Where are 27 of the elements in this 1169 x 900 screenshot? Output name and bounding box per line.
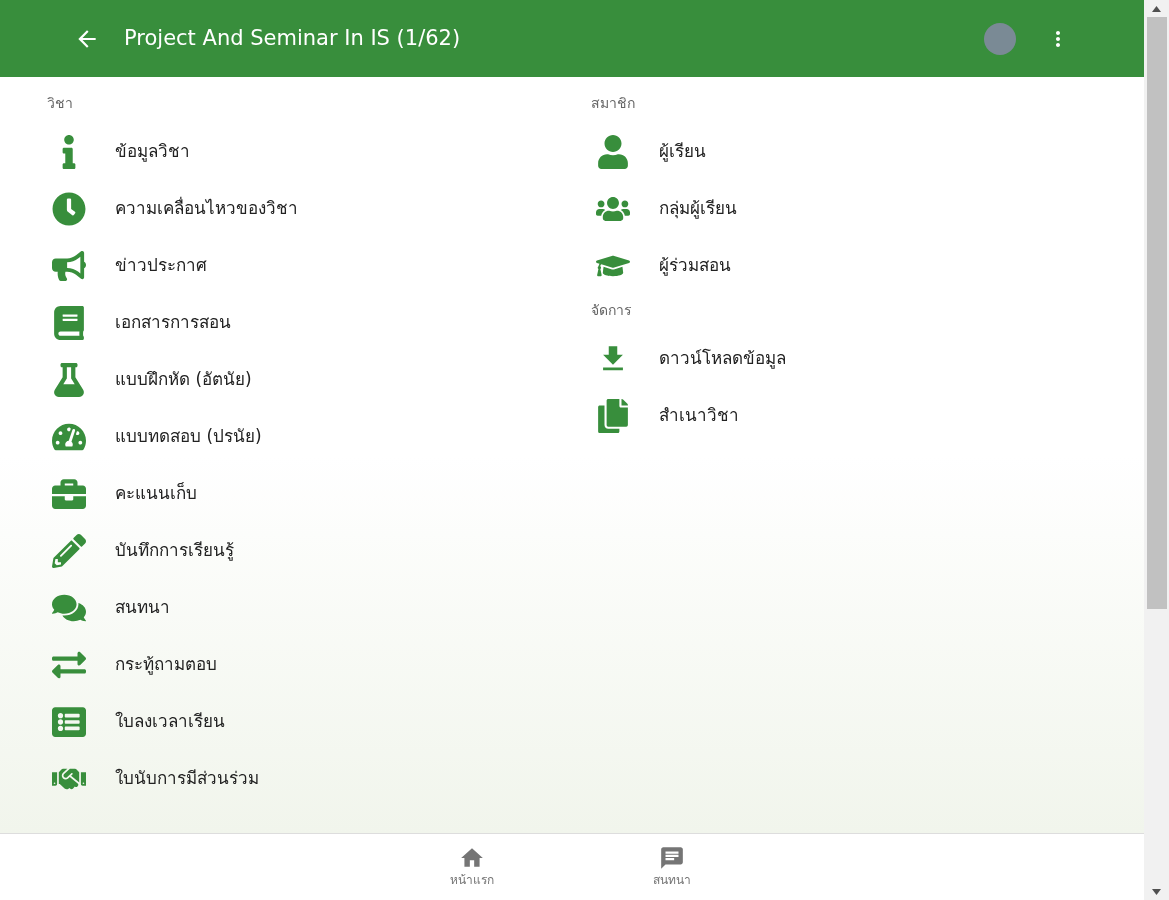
menu-item[interactable]: สำเนาวิชา: [591, 387, 1088, 444]
menu-item[interactable]: บันทึกการเรียนรู้: [47, 522, 544, 579]
nav-tab[interactable]: หน้าแรก: [422, 834, 522, 900]
menu-item[interactable]: แบบทดสอบ (ปรนัย): [47, 408, 544, 465]
menu-item[interactable]: กระทู้ถามตอบ: [47, 636, 544, 693]
menu-item[interactable]: ข้อมูลวิชา: [47, 123, 544, 180]
menu-item[interactable]: ข่าวประกาศ: [47, 237, 544, 294]
scroll-up-icon[interactable]: [1152, 5, 1161, 12]
menu-item[interactable]: แบบฝึกหัด (อัตนัย): [47, 351, 544, 408]
menu-item[interactable]: ดาวน์โหลดข้อมูล: [591, 330, 1088, 387]
menu-item[interactable]: ผู้เรียน: [591, 123, 1088, 180]
section-heading: จัดการ: [591, 301, 633, 320]
menu-item[interactable]: เอกสารการสอน: [47, 294, 544, 351]
section-heading: สมาชิก: [591, 94, 636, 113]
nav-tab[interactable]: สนทนา: [622, 834, 722, 900]
scroll-down-icon[interactable]: [1152, 888, 1161, 895]
menu-item[interactable]: ใบนับการมีส่วนร่วม: [47, 750, 544, 807]
message-icon: [659, 845, 685, 871]
menu-item[interactable]: คะแนนเก็บ: [47, 465, 544, 522]
menu-item[interactable]: ใบลงเวลาเรียน: [47, 693, 544, 750]
section-heading: วิชา: [47, 94, 74, 113]
menu-item[interactable]: ความเคลื่อนไหวของวิชา: [47, 180, 544, 237]
page-title: Project And Seminar In IS (1/62): [124, 24, 462, 52]
menu-item[interactable]: สนทนา: [47, 579, 544, 636]
menu-item[interactable]: ผู้ร่วมสอน: [591, 237, 1088, 294]
menu-item[interactable]: กลุ่มผู้เรียน: [591, 180, 1088, 237]
scrollbar-thumb[interactable]: [1146, 17, 1167, 609]
